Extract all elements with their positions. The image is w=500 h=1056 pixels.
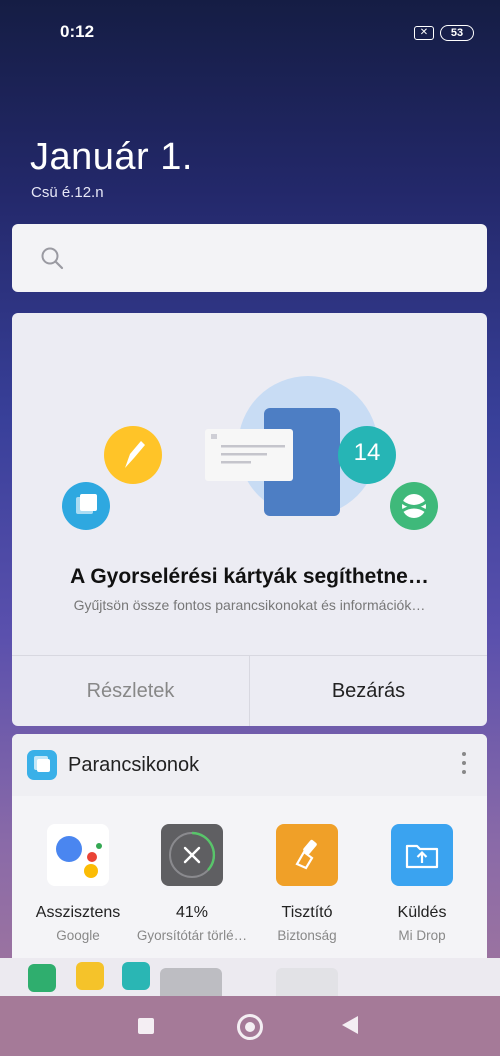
- card-actions: Részletek Bezárás: [12, 655, 487, 726]
- shortcuts-logo-icon: [27, 750, 57, 780]
- shortcut-sub: Mi Drop: [398, 928, 446, 943]
- details-button[interactable]: Részletek: [12, 656, 249, 726]
- status-time: 0:12: [60, 22, 95, 41]
- card-stack-icon: [62, 482, 110, 530]
- add-icon[interactable]: [276, 968, 338, 998]
- close-button[interactable]: Bezárás: [249, 656, 487, 726]
- mi-drop-upload-icon: [391, 824, 453, 886]
- battery-icon: 53: [440, 25, 474, 41]
- quick-access-intro-card: 14 A Gyorselérési kártyák segíthetne… Gy…: [12, 313, 487, 726]
- back-button[interactable]: [342, 1016, 358, 1034]
- shield-icon[interactable]: [28, 964, 56, 992]
- shortcuts-panel: Parancsikonok Asszisztens Google 41% Gyo…: [12, 734, 487, 996]
- search-icon: [41, 247, 64, 270]
- date-subtitle: Csü é.12.n: [31, 184, 104, 201]
- shortcut-name: Asszisztens: [35, 904, 121, 921]
- note-icon[interactable]: [76, 962, 104, 990]
- date-title: Január 1.: [30, 136, 193, 178]
- cleaner-brush-icon: [276, 824, 338, 886]
- google-assistant-icon: [47, 824, 109, 886]
- no-sim-icon: ✕: [414, 26, 434, 40]
- card-title: A Gyorselérési kártyák segíthetne…: [70, 565, 429, 588]
- card-illustration: [62, 376, 438, 530]
- tennis-ball-icon: [390, 482, 438, 530]
- pencil-icon: [104, 426, 162, 484]
- shortcut-name: 41%: [175, 904, 209, 921]
- status-bar: 0:12 ✕ 53: [0, 0, 500, 66]
- peek-row: [0, 958, 500, 998]
- scanner-icon[interactable]: [160, 968, 222, 998]
- cache-clear-icon: [161, 824, 223, 886]
- recents-button[interactable]: [138, 1018, 154, 1034]
- shortcuts-title: Parancsikonok: [68, 754, 200, 776]
- calendar-icon[interactable]: [122, 962, 150, 990]
- shortcuts-header: Parancsikonok: [12, 734, 487, 796]
- shortcut-name: Tisztító: [281, 904, 333, 921]
- card-subtitle: Gyűjtsön össze fontos parancsikonokat és…: [73, 597, 426, 613]
- badge-number: 14: [353, 439, 381, 466]
- shortcut-sub: Google: [56, 928, 100, 943]
- navigation-bar: [0, 996, 500, 1056]
- home-button[interactable]: [237, 1014, 263, 1040]
- shortcut-name: Küldés: [397, 904, 447, 921]
- more-options-icon[interactable]: [461, 752, 467, 776]
- shortcut-sub: Gyorsítótár törlé…: [136, 928, 248, 943]
- shortcut-sub: Biztonság: [277, 928, 337, 943]
- search-bar[interactable]: [12, 224, 487, 292]
